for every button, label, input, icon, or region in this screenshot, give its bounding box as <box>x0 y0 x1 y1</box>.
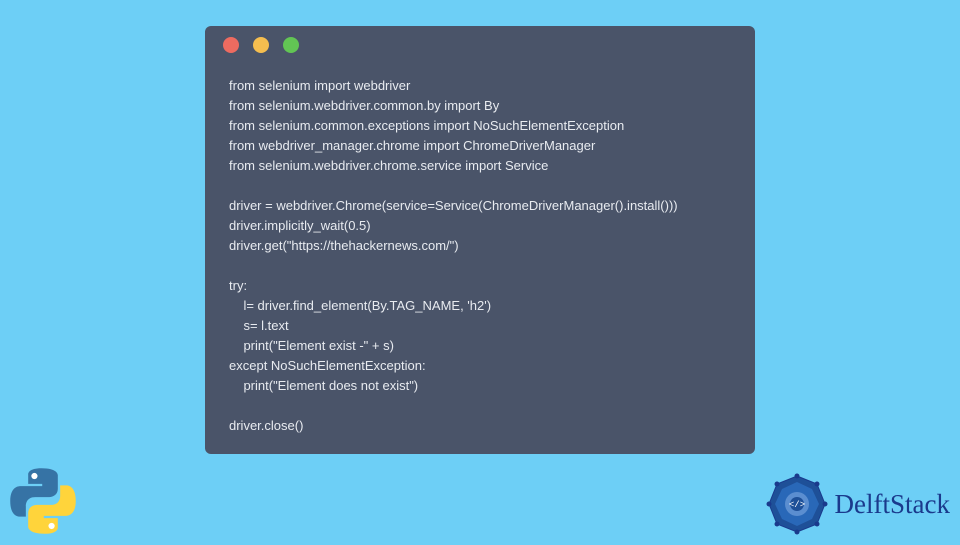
code-line: from webdriver_manager.chrome import Chr… <box>229 138 595 153</box>
code-line: from selenium.webdriver.common.by import… <box>229 98 499 113</box>
delftstack-brand: </> DelftStack <box>765 472 950 536</box>
code-line: print("Element does not exist") <box>229 378 418 393</box>
svg-text:</>: </> <box>788 500 804 510</box>
code-line: driver = webdriver.Chrome(service=Servic… <box>229 198 678 213</box>
code-content: from selenium import webdriver from sele… <box>205 64 755 436</box>
code-line: s= l.text <box>229 318 289 333</box>
code-line: from selenium.common.exceptions import N… <box>229 118 624 133</box>
code-line: print("Element exist -" + s) <box>229 338 394 353</box>
delftstack-logo-icon: </> <box>765 472 829 536</box>
window-titlebar <box>205 26 755 64</box>
code-line: l= driver.find_element(By.TAG_NAME, 'h2'… <box>229 298 491 313</box>
code-window: from selenium import webdriver from sele… <box>205 26 755 454</box>
code-line: driver.get("https://thehackernews.com/") <box>229 238 459 253</box>
code-line: driver.implicitly_wait(0.5) <box>229 218 371 233</box>
python-logo-icon <box>4 462 82 540</box>
close-icon[interactable] <box>223 37 239 53</box>
code-line: from selenium.webdriver.chrome.service i… <box>229 158 548 173</box>
code-line: from selenium import webdriver <box>229 78 410 93</box>
maximize-icon[interactable] <box>283 37 299 53</box>
code-line: driver.close() <box>229 418 303 433</box>
brand-name: DelftStack <box>835 489 950 520</box>
code-line: try: <box>229 278 247 293</box>
code-line: except NoSuchElementException: <box>229 358 426 373</box>
minimize-icon[interactable] <box>253 37 269 53</box>
